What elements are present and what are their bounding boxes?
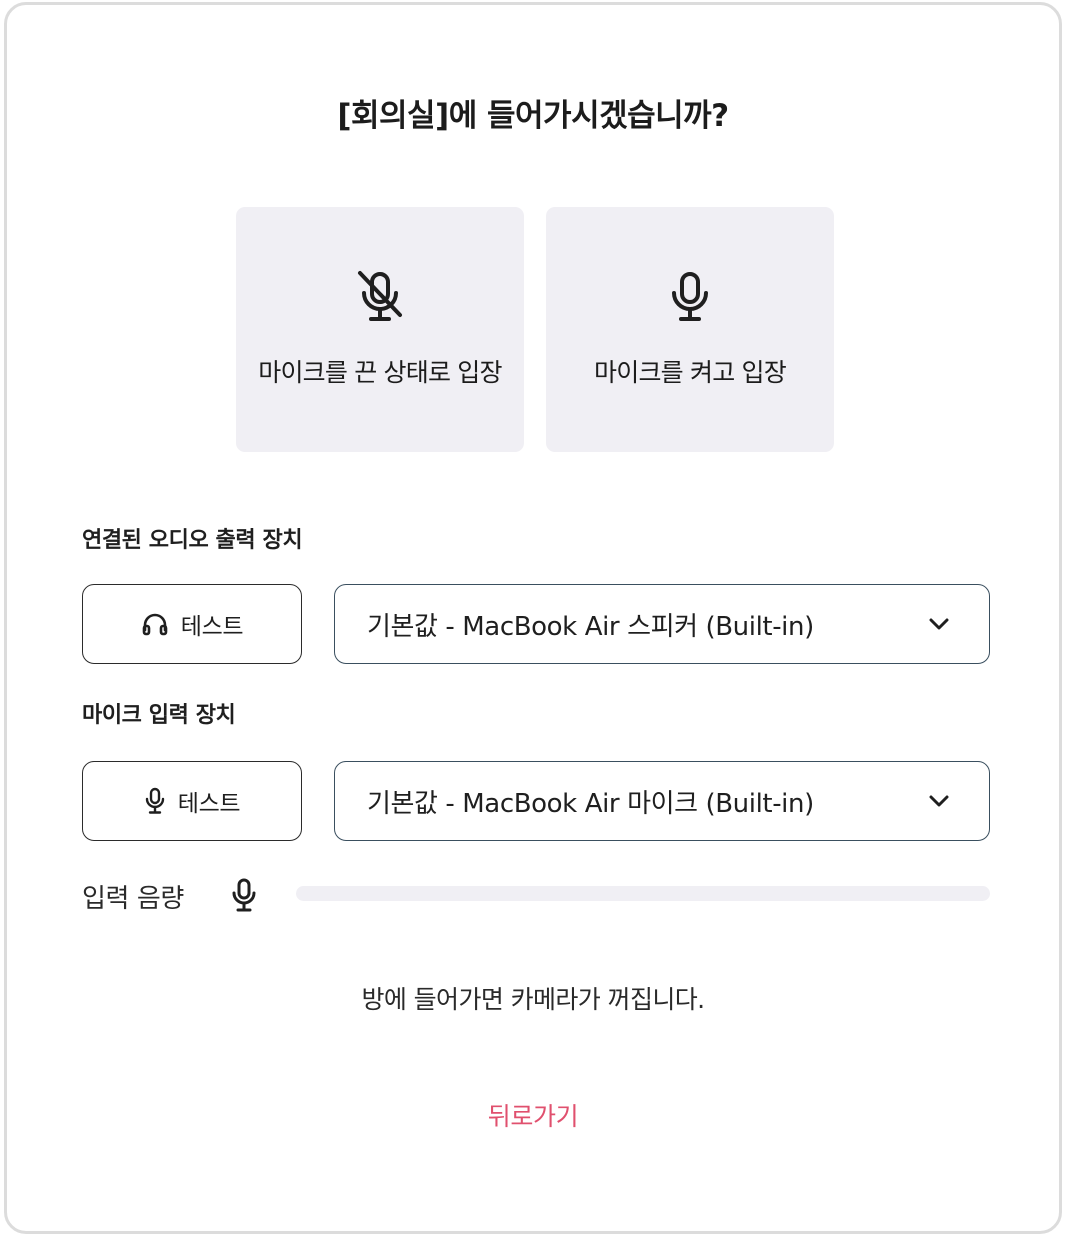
mic-test-label: 테스트 [177, 791, 241, 817]
camera-off-notice: 방에 들어가면 카메라가 꺼집니다. [361, 985, 706, 1014]
join-muted-label: 마이크를 끈 상태로 입장 [258, 358, 502, 387]
chevron-down-icon [929, 795, 949, 807]
input-volume-label: 입력 음량 [82, 884, 184, 914]
dialog-title: [회의실]에 들어가시겠습니까? [337, 98, 729, 134]
audio-output-value: 기본값 - MacBook Air 스피커 (Built-in) [367, 611, 814, 642]
mic-icon [229, 875, 259, 915]
audio-output-label: 연결된 오디오 출력 장치 [82, 528, 303, 553]
mic-icon [662, 269, 718, 325]
mic-input-value: 기본값 - MacBook Air 마이크 (Built-in) [367, 788, 814, 819]
audio-output-select[interactable]: 기본값 - MacBook Air 스피커 (Built-in) [334, 584, 990, 664]
mic-icon [144, 787, 166, 815]
mic-input-label: 마이크 입력 장치 [82, 703, 236, 728]
mic-off-icon [352, 269, 408, 325]
join-dialog: [회의실]에 들어가시겠습니까? 마이크를 끈 상태로 입장 마이크를 켜고 입… [4, 2, 1062, 1234]
join-muted-button[interactable]: 마이크를 끈 상태로 입장 [236, 207, 524, 452]
speaker-test-label: 테스트 [180, 614, 244, 640]
back-link[interactable]: 뒤로가기 [7, 1097, 1059, 1133]
headphones-icon [141, 612, 169, 636]
mic-test-button[interactable]: 테스트 [82, 761, 302, 841]
chevron-down-icon [929, 618, 949, 630]
speaker-test-button[interactable]: 테스트 [82, 584, 302, 664]
join-unmuted-button[interactable]: 마이크를 켜고 입장 [546, 207, 834, 452]
join-unmuted-label: 마이크를 켜고 입장 [594, 358, 787, 387]
mic-input-select[interactable]: 기본값 - MacBook Air 마이크 (Built-in) [334, 761, 990, 841]
input-volume-meter [296, 886, 990, 901]
